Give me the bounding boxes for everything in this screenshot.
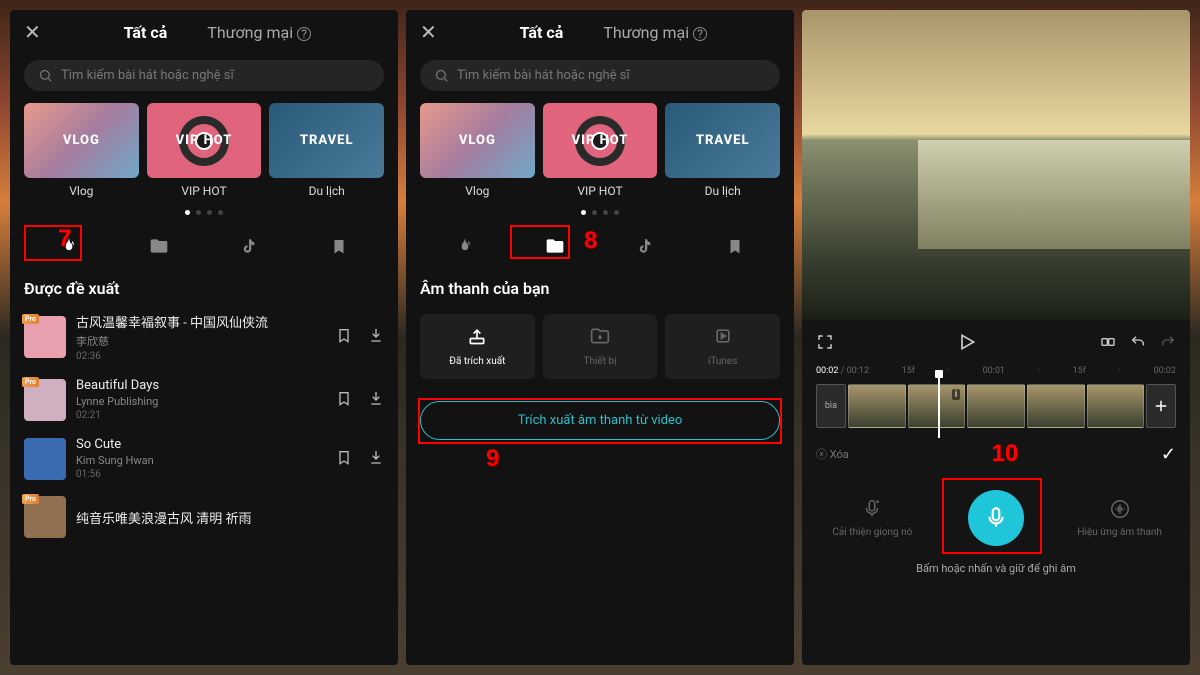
info-icon[interactable]: ? bbox=[297, 27, 311, 41]
folder-icon[interactable] bbox=[144, 231, 174, 261]
download-icon[interactable] bbox=[368, 390, 384, 410]
category-vlog[interactable]: VLOGVlog bbox=[24, 103, 139, 198]
category-label: Vlog bbox=[24, 184, 139, 198]
close-icon[interactable]: ✕ bbox=[24, 20, 41, 44]
tab-all[interactable]: Tất cả bbox=[124, 23, 168, 42]
category-label: Du lịch bbox=[665, 184, 780, 198]
search-icon bbox=[434, 68, 449, 83]
video-clip[interactable] bbox=[1027, 384, 1085, 428]
category-travel[interactable]: TRAVELDu lịch bbox=[269, 103, 384, 198]
timecode-row: 00:02 / 00:12 15f· 00:01· 15f· 00:02 bbox=[802, 362, 1190, 380]
delete-button[interactable]: ⓧ Xóa bbox=[816, 446, 849, 462]
section-title-your-audio: Âm thanh của bạn bbox=[406, 271, 794, 304]
video-clip[interactable] bbox=[1087, 384, 1145, 428]
category-label: Vlog bbox=[420, 184, 535, 198]
song-row[interactable]: Pro 纯音乐唯美浪漫古风 清明 祈雨 bbox=[10, 488, 398, 546]
pagination-dots[interactable] bbox=[406, 210, 794, 215]
fullscreen-icon[interactable] bbox=[816, 333, 834, 355]
trending-icon[interactable] bbox=[450, 231, 480, 261]
redo-icon[interactable] bbox=[1160, 334, 1176, 354]
playhead[interactable] bbox=[938, 374, 940, 438]
recording-hint: Bấm hoặc nhấn và giữ để ghi âm bbox=[802, 554, 1190, 587]
tab-itunes[interactable]: iTunes bbox=[665, 314, 780, 379]
category-label: VIP HOT bbox=[543, 184, 658, 198]
playback-controls bbox=[802, 326, 1190, 362]
header: ✕ Tất cả Thương mại? bbox=[10, 10, 398, 54]
tab-commercial[interactable]: Thương mại? bbox=[603, 23, 707, 42]
video-clip[interactable] bbox=[848, 384, 906, 428]
tab-device[interactable]: Thiết bị bbox=[543, 314, 658, 379]
pagination-dots[interactable] bbox=[10, 210, 398, 215]
category-label: Du lịch bbox=[269, 184, 384, 198]
song-list: Pro 古风温馨幸福叙事 - 中国风仙侠流李欣慈02:36 Pro Beauti… bbox=[10, 304, 398, 546]
close-icon[interactable]: ✕ bbox=[420, 20, 437, 44]
video-preview[interactable] bbox=[802, 10, 1190, 320]
bookmark-icon[interactable] bbox=[336, 449, 352, 469]
voice-recording-row: Cải thiện giọng nó Hiệu ứng âm thanh bbox=[802, 476, 1190, 554]
search-input[interactable]: Tìm kiếm bài hát hoặc nghệ sĩ bbox=[24, 60, 384, 91]
category-viphot[interactable]: VIP HOTVIP HOT bbox=[147, 103, 262, 198]
music-library-panel-recommended: ✕ Tất cả Thương mại? Tìm kiếm bài hát ho… bbox=[10, 10, 398, 665]
category-travel[interactable]: TRAVELDu lịch bbox=[665, 103, 780, 198]
song-row[interactable]: So CuteKim Sung Hwan01:56 bbox=[10, 429, 398, 488]
filter-icon-row: 7 bbox=[10, 227, 398, 271]
download-icon[interactable] bbox=[368, 449, 384, 469]
search-placeholder: Tìm kiếm bài hát hoặc nghệ sĩ bbox=[457, 68, 630, 83]
cover-clip[interactable]: bìa bbox=[816, 384, 846, 428]
confirm-icon[interactable]: ✓ bbox=[1161, 444, 1176, 465]
category-label: VIP HOT bbox=[147, 184, 262, 198]
search-input[interactable]: Tìm kiếm bài hát hoặc nghệ sĩ bbox=[420, 60, 780, 91]
trending-icon[interactable] bbox=[54, 231, 84, 261]
bookmark-icon[interactable] bbox=[336, 390, 352, 410]
extract-audio-button[interactable]: Trích xuất âm thanh từ video bbox=[420, 401, 780, 440]
filter-icon-row: 8 bbox=[406, 227, 794, 271]
your-audio-tabs: Đã trích xuất Thiết bị iTunes bbox=[406, 304, 794, 389]
undo-icon[interactable] bbox=[1130, 334, 1146, 354]
bookmark-icon[interactable] bbox=[324, 231, 354, 261]
search-placeholder: Tìm kiếm bài hát hoặc nghệ sĩ bbox=[61, 68, 234, 83]
search-icon bbox=[38, 68, 53, 83]
song-row[interactable]: Pro Beautiful DaysLynne Publishing02:21 bbox=[10, 370, 398, 429]
tiktok-icon[interactable] bbox=[234, 231, 264, 261]
tab-extracted[interactable]: Đã trích xuất bbox=[420, 314, 535, 379]
bookmark-icon[interactable] bbox=[720, 231, 750, 261]
sound-effects-option[interactable]: Hiệu ứng âm thanh bbox=[1075, 498, 1165, 538]
video-editor-panel: 00:02 / 00:12 15f· 00:01· 15f· 00:02 bìa… bbox=[802, 10, 1190, 665]
music-library-panel-your-audio: ✕ Tất cả Thương mại? Tìm kiếm bài hát ho… bbox=[406, 10, 794, 665]
category-row: VLOGVlog VIP HOTVIP HOT TRAVELDu lịch bbox=[10, 103, 398, 198]
video-clip[interactable] bbox=[967, 384, 1025, 428]
folder-icon[interactable] bbox=[540, 231, 570, 261]
bookmark-icon[interactable] bbox=[336, 327, 352, 347]
tiktok-icon[interactable] bbox=[630, 231, 660, 261]
video-clip[interactable]: i bbox=[908, 384, 966, 428]
timeline[interactable]: bìa i bbox=[802, 380, 1190, 432]
header: ✕ Tất cả Thương mại? bbox=[406, 10, 794, 54]
keyframe-icon[interactable] bbox=[1100, 334, 1116, 354]
section-title-recommended: Được đề xuất bbox=[10, 271, 398, 304]
category-viphot[interactable]: VIP HOTVIP HOT bbox=[543, 103, 658, 198]
download-icon[interactable] bbox=[368, 327, 384, 347]
category-row: VLOGVlog VIP HOTVIP HOT TRAVELDu lịch bbox=[406, 103, 794, 198]
info-icon[interactable]: ? bbox=[693, 27, 707, 41]
tab-commercial[interactable]: Thương mại? bbox=[207, 23, 311, 42]
record-mic-button[interactable] bbox=[968, 490, 1024, 546]
enhance-voice-option[interactable]: Cải thiện giọng nó bbox=[827, 498, 917, 538]
play-icon[interactable] bbox=[957, 332, 977, 356]
category-vlog[interactable]: VLOGVlog bbox=[420, 103, 535, 198]
tab-all[interactable]: Tất cả bbox=[520, 23, 564, 42]
add-clip-button[interactable] bbox=[1146, 384, 1176, 428]
song-row[interactable]: Pro 古风温馨幸福叙事 - 中国风仙侠流李欣慈02:36 bbox=[10, 304, 398, 370]
